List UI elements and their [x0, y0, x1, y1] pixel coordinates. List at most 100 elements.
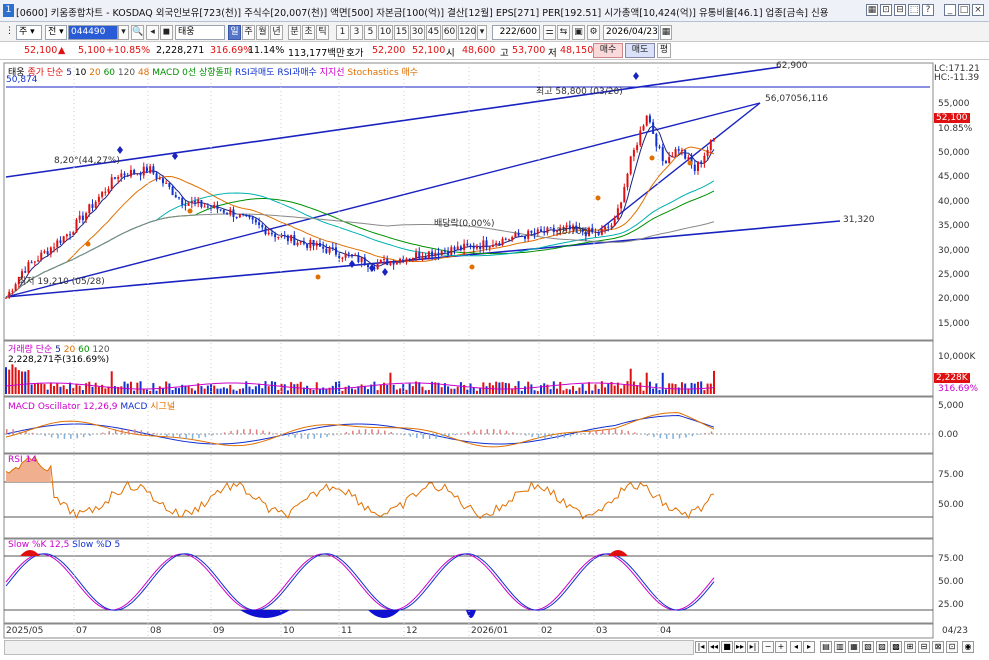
volume-bar — [232, 390, 234, 394]
minute-5[interactable]: 5 — [364, 25, 377, 40]
legend-rsi-overbought[interactable]: RSI과매수 — [277, 68, 316, 78]
search-icon[interactable]: 🔍 — [131, 25, 144, 40]
scroll-next-icon[interactable]: ▸▸ — [734, 641, 746, 653]
legend-support[interactable]: 지지선 — [320, 68, 345, 78]
chart-type-icon[interactable]: ⚌ — [543, 25, 556, 40]
scroll-stop-icon[interactable]: ■ — [721, 641, 733, 653]
legend-ma20[interactable]: 20 — [89, 68, 100, 78]
eval-button[interactable]: 평 — [657, 43, 671, 58]
legend-macd[interactable]: MACD — [120, 402, 147, 412]
minute-120[interactable]: 120 — [458, 25, 476, 40]
signal-dot — [470, 265, 475, 270]
legend-ma60[interactable]: 60 — [104, 68, 115, 78]
save-icon[interactable]: ▣ — [572, 25, 585, 40]
candle-body — [194, 201, 196, 202]
mid-pct-mark: 38.70% — [556, 227, 590, 237]
link-icon[interactable]: ⊡ — [880, 4, 892, 16]
minute-1[interactable]: 1 — [336, 25, 349, 40]
macd-osc-bar — [480, 430, 482, 434]
prev-stock-icon[interactable]: ◂ — [146, 25, 159, 40]
period-month[interactable]: 월 — [256, 25, 269, 40]
tool-7-icon[interactable]: ⊞ — [904, 641, 916, 653]
volume-bar — [553, 381, 555, 394]
legend-ma120[interactable]: 120 — [118, 68, 135, 78]
restore-icon[interactable]: ⬚ — [908, 4, 920, 16]
tile-icon[interactable]: ⊟ — [894, 4, 906, 16]
period-tick[interactable]: 틱 — [316, 25, 329, 40]
tool-2-icon[interactable]: ▥ — [834, 641, 846, 653]
legend-ma10[interactable]: 10 — [75, 68, 86, 78]
view-icon[interactable]: ◉ — [962, 641, 974, 653]
tool-5-icon[interactable]: ▨ — [876, 641, 888, 653]
market-select[interactable]: 주 ▾ — [16, 25, 42, 40]
minute-dropdown-icon[interactable]: ▾ — [477, 25, 487, 40]
legend-rsi-oversold[interactable]: RSI과매도 — [235, 68, 274, 78]
code-input[interactable]: 044490 — [68, 25, 118, 40]
count-field[interactable]: 222/600 — [492, 25, 540, 40]
legend-stoch-buy[interactable]: Stochastics 매수 — [347, 68, 418, 78]
tool-10-icon[interactable]: ⊡ — [946, 641, 958, 653]
minute-45[interactable]: 45 — [426, 25, 441, 40]
calendar-icon[interactable]: ▦ — [660, 25, 672, 40]
legend-macd-osc[interactable]: MACD Oscillator 12,26,9 — [8, 402, 118, 412]
date-field[interactable]: 2026/04/23 — [603, 25, 659, 40]
zoom-out-icon[interactable]: − — [762, 641, 774, 653]
minute-3[interactable]: 3 — [350, 25, 363, 40]
tool-1-icon[interactable]: ▤ — [820, 641, 832, 653]
legend-slow-k[interactable]: Slow %K 12,5 — [8, 540, 69, 550]
candle-body — [521, 236, 523, 237]
all-select[interactable]: 전 ▾ — [45, 25, 67, 40]
horizontal-scrollbar[interactable] — [4, 640, 694, 655]
minute-15[interactable]: 15 — [394, 25, 409, 40]
stock-name-field[interactable]: 태웅 — [175, 25, 225, 40]
drag-handle-icon[interactable]: ⋮ — [3, 25, 13, 40]
rsi-legend[interactable]: RSI 14 — [8, 455, 37, 465]
sell-button[interactable]: 매도 — [625, 43, 655, 58]
macd-osc-bar — [448, 434, 450, 437]
candle-body — [143, 167, 145, 176]
chart-canvas[interactable] — [0, 60, 989, 657]
buy-button[interactable]: 매수 — [593, 43, 623, 58]
tool-8-icon[interactable]: ⊟ — [918, 641, 930, 653]
count-total: /600 — [517, 27, 537, 37]
period-year[interactable]: 년 — [270, 25, 283, 40]
minute-30[interactable]: 30 — [410, 25, 425, 40]
minute-10[interactable]: 10 — [378, 25, 393, 40]
grid-icon[interactable]: ▦ — [866, 4, 878, 16]
tool-9-icon[interactable]: ⊠ — [932, 641, 944, 653]
move-left-icon[interactable]: ◂ — [790, 641, 802, 653]
zoom-in-icon[interactable]: + — [775, 641, 787, 653]
legend-ma5[interactable]: 5 — [66, 68, 72, 78]
scroll-prev-icon[interactable]: ◂◂ — [708, 641, 720, 653]
period-second[interactable]: 초 — [302, 25, 315, 40]
tool-6-icon[interactable]: ▩ — [890, 641, 902, 653]
volume-bar — [405, 390, 407, 394]
stock-type-icon[interactable]: ◼ — [160, 25, 173, 40]
settings-gear-icon[interactable]: ⚙ — [587, 25, 600, 40]
chart-area[interactable]: 태웅 종가 단순 5 10 20 60 120 48 MACD 0선 상향돌파 … — [0, 60, 989, 657]
volume-bar — [588, 382, 590, 394]
tool-4-icon[interactable]: ▧ — [862, 641, 874, 653]
period-minute[interactable]: 분 — [288, 25, 301, 40]
hc-label: HC:-11.39 — [934, 73, 979, 83]
maximize-icon[interactable]: □ — [958, 4, 970, 16]
help-icon[interactable]: ? — [922, 4, 934, 16]
candle-body — [120, 174, 122, 177]
legend-48[interactable]: 48 — [138, 68, 149, 78]
legend-macd-signal[interactable]: MACD 0선 상향돌파 — [152, 68, 232, 78]
tool-3-icon[interactable]: ▦ — [848, 641, 860, 653]
move-right-icon[interactable]: ▸ — [803, 641, 815, 653]
minute-60[interactable]: 60 — [442, 25, 457, 40]
price-pane[interactable] — [4, 63, 933, 340]
code-dropdown-icon[interactable]: ▾ — [118, 25, 129, 40]
volume-bar — [521, 391, 523, 394]
period-week[interactable]: 주 — [242, 25, 255, 40]
scroll-first-icon[interactable]: |◂ — [695, 641, 707, 653]
legend-macd-signal-line[interactable]: 시그널 — [150, 402, 175, 412]
legend-slow-d[interactable]: Slow %D 5 — [72, 540, 120, 550]
period-day[interactable]: 일 — [228, 25, 241, 40]
scroll-last-icon[interactable]: ▸| — [747, 641, 759, 653]
close-icon[interactable]: × — [972, 4, 984, 16]
toggle-icon[interactable]: ⇆ — [557, 25, 570, 40]
minimize-icon[interactable]: _ — [944, 4, 956, 16]
